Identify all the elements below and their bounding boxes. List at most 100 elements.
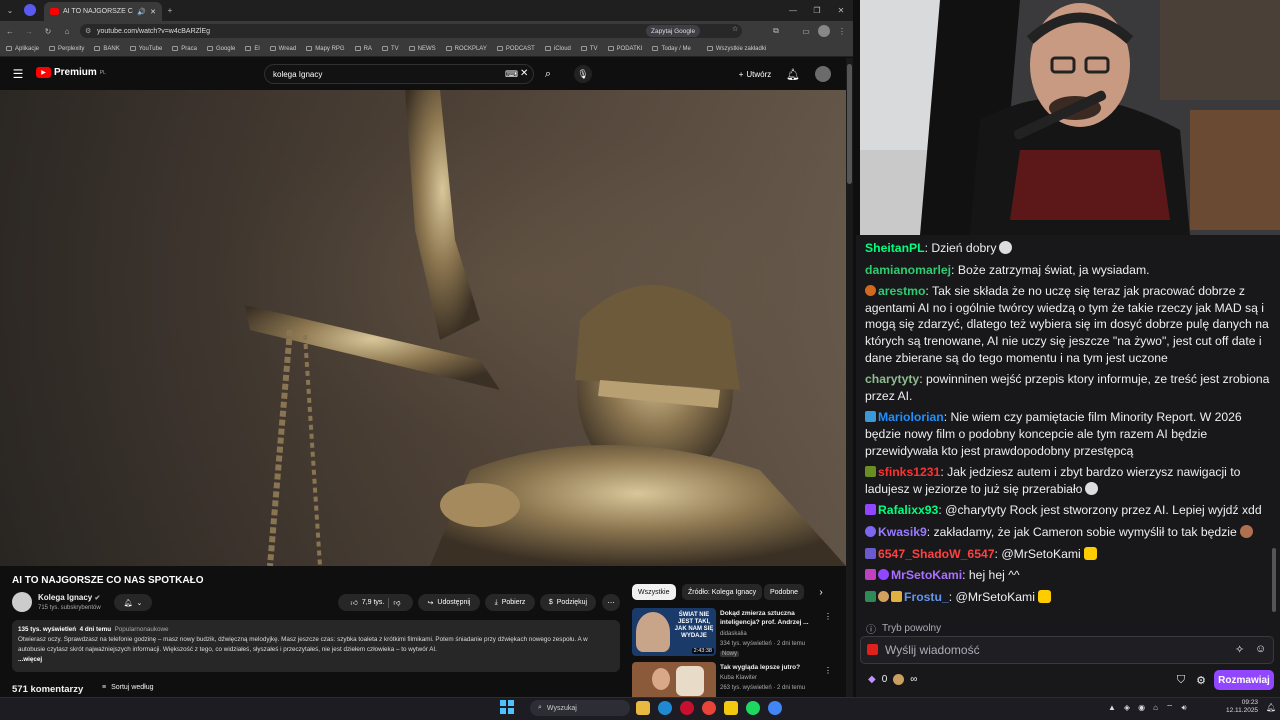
bookmark-item[interactable]: YouTube	[129, 46, 162, 52]
download-button[interactable]: ⤓ Pobierz	[485, 594, 535, 611]
chat-send-button[interactable]: Rozmawiaj	[1214, 670, 1274, 690]
chip-all[interactable]: Wszystkie	[632, 584, 676, 600]
chat-username[interactable]: Kwasik9	[878, 525, 927, 539]
notes-icon[interactable]	[724, 701, 738, 715]
youtube-logo[interactable]: ▶ Premium PL	[36, 67, 106, 78]
cast-icon[interactable]: ▭	[800, 25, 812, 37]
description-box[interactable]: 135 tys. wyświetleń 4 dni temu Popularno…	[12, 620, 620, 672]
bookmark-item[interactable]: Today / Me	[652, 46, 691, 52]
bookmark-item[interactable]: Praca	[172, 46, 197, 52]
rec-channel[interactable]: Kuba Klawiter	[720, 675, 757, 681]
home-icon[interactable]: ⌂	[61, 25, 73, 37]
chat-username[interactable]: sfinks1231	[878, 465, 940, 479]
bookmark-item[interactable]: RA	[354, 46, 372, 52]
youtube-search-input[interactable]: kolega Ignacy ⌨ ✕	[264, 64, 534, 84]
tab-youtube[interactable]: AI TO NAJGORSZE CO NAS... 🔊 ✕	[44, 2, 162, 21]
bookmark-item[interactable]: TV	[580, 46, 598, 52]
chat-username[interactable]: 6547_ShadoW_6547	[878, 547, 995, 561]
channel-avatar[interactable]	[12, 592, 32, 612]
search-icon[interactable]: ⌕	[540, 66, 556, 82]
notifications-bell-icon[interactable]: 🔔︎	[786, 67, 800, 81]
rec-thumbnail[interactable]	[632, 662, 716, 697]
bookmark-star-icon[interactable]: ☆	[732, 25, 738, 33]
menu-icon[interactable]: ⋮	[836, 25, 848, 37]
chat-username[interactable]: Mariolorian	[878, 410, 944, 424]
show-more-link[interactable]: ...więcej	[18, 655, 614, 665]
minimize-icon[interactable]: —	[786, 4, 800, 16]
chat-username[interactable]: charytyty	[865, 372, 919, 386]
bookmark-item[interactable]: Wread	[269, 46, 296, 52]
chat-username[interactable]: arestmo	[878, 284, 925, 298]
chat-username[interactable]: Frostu_	[904, 590, 949, 604]
bookmark-item[interactable]: BANK	[94, 46, 120, 52]
bookmark-item[interactable]: NEWS	[408, 46, 436, 52]
chat-username[interactable]: SheitanPL	[865, 241, 925, 255]
bookmark-item[interactable]: Aplikacje	[6, 46, 39, 52]
category-tag[interactable]: Popularnonaukowe	[115, 626, 169, 633]
video-player[interactable]	[0, 90, 846, 566]
rec-menu-icon[interactable]: ⋮	[824, 610, 832, 622]
share-button[interactable]: ↪ Udostępnij	[418, 594, 480, 611]
like-button[interactable]: 👍︎ 7,9 tys.	[350, 598, 384, 607]
new-tab-icon[interactable]: +	[164, 4, 176, 16]
tab-search-icon[interactable]: ⌄	[4, 4, 16, 16]
rec-channel[interactable]: didaskalia	[720, 631, 747, 637]
tab-close-icon[interactable]: ✕	[150, 8, 156, 16]
all-bookmarks-item[interactable]: Wszystkie zakładki	[706, 46, 766, 52]
opera-icon[interactable]	[680, 701, 694, 715]
shield-icon[interactable]: ⛉	[1174, 673, 1188, 687]
chat-username[interactable]: MrSetoKami	[891, 568, 962, 582]
edge-icon[interactable]	[658, 701, 672, 715]
rec-thumbnail[interactable]: ŚWIAT NIE JEST TAKI, JAK NAM SIĘ WYDAJE …	[632, 608, 716, 656]
voice-search-icon[interactable]: 🎙︎	[574, 65, 592, 83]
start-icon[interactable]	[500, 700, 514, 714]
spotify-icon[interactable]	[746, 701, 760, 715]
site-info-icon[interactable]: ⚙	[85, 27, 91, 35]
bookmark-item[interactable]: Mapy RPG	[306, 46, 345, 52]
chrome-active-icon[interactable]	[768, 701, 782, 715]
clear-search-icon[interactable]: ✕	[520, 68, 528, 79]
settings-gear-icon[interactable]: ⚙	[1194, 673, 1208, 687]
bookmark-item[interactable]: PODCAST	[496, 46, 535, 52]
chat-username[interactable]: damianomarlej	[865, 263, 951, 277]
channel-points[interactable]: ◆ 0 ∞	[868, 674, 917, 685]
reload-icon[interactable]: ↻	[42, 25, 54, 37]
bookmark-item[interactable]: Google	[206, 46, 235, 52]
taskbar-search[interactable]: ⌕ Wyszukaj	[530, 700, 630, 716]
bookmark-item[interactable]: PODATKI	[607, 46, 642, 52]
address-bar[interactable]: ⚙ youtube.com/watch?v=w4cBARZlEg Zapytaj…	[80, 24, 742, 38]
maximize-icon[interactable]: ❐	[810, 4, 824, 16]
subscribe-bell-button[interactable]: 🔔︎ ⌄	[114, 594, 152, 611]
profile-icon[interactable]	[24, 4, 36, 16]
more-actions-button[interactable]: ⋯	[602, 594, 620, 611]
bookmark-item[interactable]: El	[245, 46, 260, 52]
chat-scrollbar[interactable]	[1272, 548, 1276, 612]
chat-message-input[interactable]: Wyślij wiadomość ✧ ☺	[860, 636, 1274, 664]
avatar[interactable]	[818, 25, 830, 37]
chip-source[interactable]: Źródło: Kolega Ignacy	[682, 584, 763, 600]
page-scrollbar[interactable]	[846, 58, 853, 697]
magic-wand-icon[interactable]: ✧	[1235, 643, 1244, 656]
hamburger-menu-icon[interactable]: ☰	[10, 67, 26, 81]
emote-picker-icon[interactable]: ☺	[1255, 643, 1266, 655]
rec-menu-icon[interactable]: ⋮	[824, 664, 832, 676]
ask-google-button[interactable]: Zapytaj Google	[646, 25, 701, 37]
close-window-icon[interactable]: ✕	[834, 4, 848, 16]
clock[interactable]: 09:23 12.11.2025	[1226, 699, 1258, 715]
bookmark-item[interactable]: TV	[381, 46, 399, 52]
bookmark-item[interactable]: ROCKPLAY	[445, 46, 487, 52]
create-button[interactable]: + Utwórz	[736, 67, 774, 81]
rec-title[interactable]: Tak wygląda lepsze jutro?	[720, 663, 816, 672]
account-avatar[interactable]	[815, 66, 831, 82]
dislike-button[interactable]: 👎︎	[393, 598, 400, 607]
chip-similar[interactable]: Podobne	[764, 584, 805, 600]
chrome-icon[interactable]	[702, 701, 716, 715]
keyboard-icon[interactable]: ⌨	[505, 69, 518, 80]
forward-icon[interactable]: →	[23, 25, 35, 37]
scrollbar-thumb[interactable]	[847, 64, 852, 184]
thanks-button[interactable]: $ Podziękuj	[540, 594, 596, 611]
file-explorer-icon[interactable]	[636, 701, 650, 715]
bookmark-item[interactable]: iCloud	[544, 46, 571, 52]
notification-bell-icon[interactable]: 🔔︎	[1266, 703, 1276, 712]
sort-comments-button[interactable]: ≡ Sortuj według	[102, 684, 154, 691]
